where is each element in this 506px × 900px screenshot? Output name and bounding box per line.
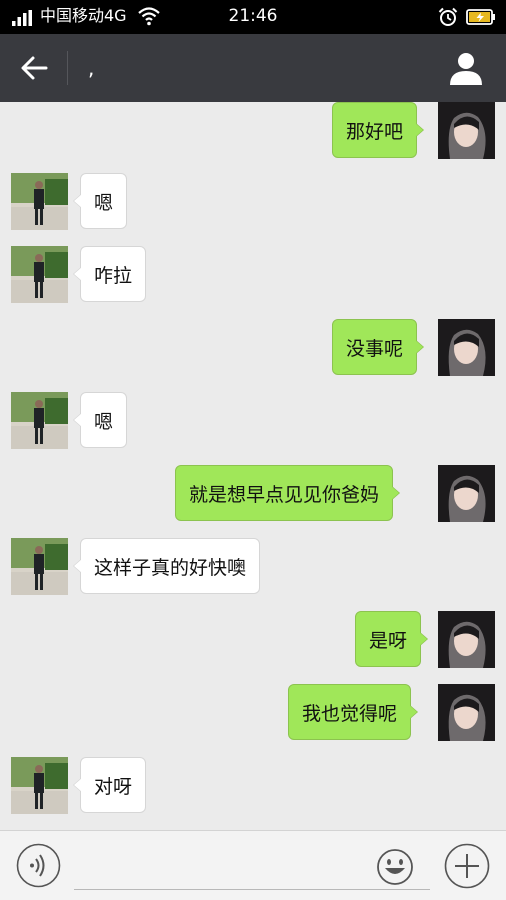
message-bubble-incoming[interactable]: 对呀 bbox=[72, 757, 147, 813]
my-avatar[interactable] bbox=[438, 611, 495, 668]
chat-title: , bbox=[88, 56, 95, 80]
contact-avatar[interactable] bbox=[11, 246, 68, 303]
battery-charging-icon bbox=[466, 9, 495, 25]
contact-avatar[interactable] bbox=[11, 757, 68, 814]
message-text: 没事呢 bbox=[346, 337, 404, 360]
message-text: 嗯 bbox=[94, 191, 114, 214]
contact-avatar[interactable] bbox=[11, 538, 68, 595]
input-bar bbox=[0, 830, 506, 900]
message-bubble-outgoing[interactable]: 没事呢 bbox=[332, 319, 425, 375]
alarm-icon bbox=[438, 7, 458, 26]
contact-avatar[interactable] bbox=[11, 173, 68, 230]
message-text: 我也觉得呢 bbox=[302, 702, 398, 725]
my-avatar[interactable] bbox=[438, 319, 495, 376]
message-bubble-incoming[interactable]: 嗯 bbox=[72, 173, 128, 229]
chat-header: , bbox=[0, 34, 506, 102]
message-bubble-outgoing[interactable]: 那好吧 bbox=[332, 102, 425, 158]
contact-avatar[interactable] bbox=[11, 392, 68, 449]
back-arrow-icon[interactable] bbox=[18, 53, 50, 83]
message-text: 那好吧 bbox=[346, 120, 404, 143]
status-bar: 中国移动4G 21:46 bbox=[0, 0, 506, 34]
my-avatar[interactable] bbox=[438, 684, 495, 741]
emoji-icon[interactable] bbox=[376, 848, 414, 886]
message-bubble-incoming[interactable]: 嗯 bbox=[72, 392, 128, 448]
clock: 21:46 bbox=[228, 6, 278, 26]
message-bubble-incoming[interactable]: 咋拉 bbox=[72, 246, 147, 302]
message-bubble-outgoing[interactable]: 是呀 bbox=[355, 611, 429, 667]
message-bubble-incoming[interactable]: 这样子真的好快噢 bbox=[72, 538, 261, 594]
my-avatar[interactable] bbox=[438, 465, 495, 522]
my-avatar[interactable] bbox=[438, 102, 495, 159]
message-text: 对呀 bbox=[94, 775, 133, 798]
header-divider bbox=[67, 51, 68, 85]
message-text: 咋拉 bbox=[94, 264, 133, 287]
contact-profile-icon[interactable] bbox=[448, 51, 484, 85]
message-text: 就是想早点见见你爸妈 bbox=[189, 483, 380, 506]
voice-icon[interactable] bbox=[16, 843, 61, 888]
message-bubble-outgoing[interactable]: 就是想早点见见你爸妈 bbox=[175, 465, 401, 521]
message-text: 是呀 bbox=[369, 629, 408, 652]
chat-area[interactable]: 那好吧 嗯 咋拉 没事呢 嗯 就是想早点见见你爸妈 这样子真的好快噢 是呀 我也… bbox=[0, 102, 506, 830]
message-text: 嗯 bbox=[94, 410, 114, 433]
message-text: 这样子真的好快噢 bbox=[94, 556, 247, 579]
plus-icon[interactable] bbox=[444, 843, 490, 889]
message-bubble-outgoing[interactable]: 我也觉得呢 bbox=[288, 684, 419, 740]
